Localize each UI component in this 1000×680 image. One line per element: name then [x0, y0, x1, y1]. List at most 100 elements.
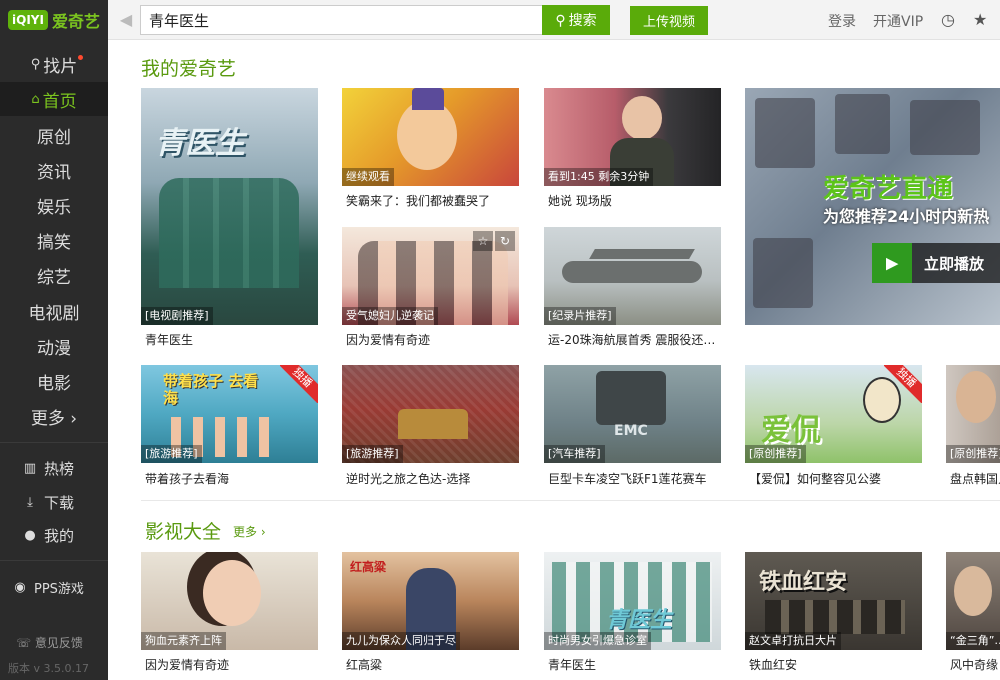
- thumbnail-logo-text: 青医生: [606, 608, 673, 633]
- video-thumbnail[interactable]: [原创推荐]: [946, 365, 1000, 463]
- bar-chart-icon: ▥: [23, 460, 37, 476]
- thumbnail-figures: [159, 178, 299, 288]
- video-thumbnail[interactable]: ☆ ↻ 受气媳妇儿逆袭记: [342, 227, 519, 325]
- play-icon: ▶: [872, 243, 912, 283]
- video-thumbnail[interactable]: 红高粱 九儿为保众人同归于尽: [342, 552, 519, 650]
- video-card[interactable]: 红高粱 九儿为保众人同归于尽 红高粱: [342, 552, 519, 676]
- video-thumbnail[interactable]: “金三角”…: [946, 552, 1000, 650]
- video-thumbnail[interactable]: 铁血红安 赵文卓打抗日大片: [745, 552, 922, 650]
- thumbnail-hat: [412, 88, 444, 110]
- play-now-label: 立即播放: [924, 255, 985, 273]
- video-title: 带着孩子去看海: [145, 472, 230, 486]
- login-link[interactable]: 登录: [828, 11, 856, 31]
- video-card[interactable]: [旅游推荐] 逆时光之旅之色达-选择: [342, 365, 519, 490]
- video-card[interactable]: 青医生 [电视剧推荐] 青年医生: [141, 88, 318, 350]
- sidebar-item-movie[interactable]: 电影: [0, 364, 108, 398]
- video-thumbnail[interactable]: [旅游推荐]: [342, 365, 519, 463]
- thumbnail-logo-text: 红高粱: [350, 560, 387, 574]
- thumbnail-logo-text: 爱侃: [761, 413, 821, 448]
- sidebar-item-games[interactable]: ◉ PPS游戏: [0, 570, 108, 604]
- upload-video-button[interactable]: 上传视频: [630, 6, 708, 35]
- video-thumbnail[interactable]: 继续观看: [342, 88, 519, 186]
- section-divider: [141, 500, 1000, 501]
- logo[interactable]: iQIYI 爱奇艺: [8, 6, 100, 34]
- video-thumbnail[interactable]: [纪录片推荐]: [544, 227, 721, 325]
- video-caption: 九儿为保众人同归于尽: [342, 632, 460, 650]
- play-now-button[interactable]: ▶ 立即播放: [872, 243, 1000, 283]
- video-card[interactable]: 狗血元素齐上阵 因为爱情有奇迹: [141, 552, 318, 676]
- sidebar-item-variety[interactable]: 综艺: [0, 258, 108, 292]
- history-clock-icon[interactable]: ◷: [941, 10, 955, 29]
- video-card[interactable]: [纪录片推荐] 运-20珠海航展首秀 震服役还…: [544, 227, 721, 350]
- video-thumbnail[interactable]: 爱侃 独播 [原创推荐]: [745, 365, 922, 463]
- video-caption: 狗血元素齐上阵: [141, 632, 226, 650]
- sidebar-item-tv[interactable]: 电视剧: [0, 294, 108, 328]
- sidebar-item-home[interactable]: ⌂ 首页: [0, 82, 108, 116]
- refresh-icon[interactable]: ↻: [495, 231, 515, 251]
- sidebar-item-label: 找片: [43, 56, 78, 77]
- favorites-star-icon[interactable]: ★: [973, 10, 987, 29]
- sidebar-item-entertainment[interactable]: 娱乐: [0, 188, 108, 222]
- sidebar-item-label: 热榜: [44, 459, 75, 478]
- video-card[interactable]: 带着孩子 去看海 独播 [旅游推荐] 带着孩子去看海: [141, 365, 318, 490]
- sidebar-item-label: 搞笑: [37, 232, 71, 253]
- search-input[interactable]: [140, 5, 544, 35]
- sidebar-item-news[interactable]: 资讯: [0, 153, 108, 187]
- top-bar: ◀ ⚲ 搜索 上传视频 登录 开通VIP ◷ ★: [108, 0, 1000, 40]
- video-caption: “金三角”…: [946, 632, 1000, 650]
- thumbnail-face: [203, 560, 261, 626]
- video-caption: [原创推荐]: [946, 445, 1000, 463]
- thumbnail-plane: [562, 261, 702, 283]
- video-caption: 受气媳妇儿逆袭记: [342, 307, 438, 325]
- sidebar-item-label: 电影: [37, 373, 71, 394]
- sidebar-item-find[interactable]: ⚲ 找片: [0, 47, 108, 81]
- vip-link[interactable]: 开通VIP: [873, 11, 923, 31]
- video-card[interactable]: 继续观看 笑霸来了：我们都被蠢哭了: [342, 88, 519, 211]
- favorite-star-icon[interactable]: ☆: [473, 231, 493, 251]
- video-card[interactable]: ☆ ↻ 受气媳妇儿逆袭记 因为爱情有奇迹: [342, 227, 519, 350]
- live-banner[interactable]: 爱奇艺直通 为您推荐24小时内新热 ▶ 立即播放: [745, 88, 1000, 325]
- back-arrow-icon[interactable]: ◀: [116, 10, 136, 30]
- search-button[interactable]: ⚲ 搜索: [542, 5, 610, 35]
- sidebar-item-more[interactable]: 更多 ›: [0, 399, 108, 433]
- video-thumbnail[interactable]: EMC [汽车推荐]: [544, 365, 721, 463]
- section-title-mine: 我的爱奇艺: [141, 58, 237, 80]
- video-thumbnail[interactable]: 带着孩子 去看海 独播 [旅游推荐]: [141, 365, 318, 463]
- video-card[interactable]: 青医生 时尚男女引爆急诊室 青年医生: [544, 552, 721, 676]
- sidebar-item-original[interactable]: 原创: [0, 118, 108, 152]
- video-card[interactable]: 爱侃 独播 [原创推荐] 【爱侃】如何整容见公婆: [745, 365, 922, 490]
- video-caption: [旅游推荐]: [141, 445, 202, 463]
- video-thumbnail[interactable]: 狗血元素齐上阵: [141, 552, 318, 650]
- video-card[interactable]: “金三角”… 风中奇缘: [946, 552, 1000, 676]
- thumbnail-face: [397, 100, 457, 170]
- video-card[interactable]: EMC [汽车推荐] 巨型卡车凌空飞跃F1莲花赛车: [544, 365, 721, 490]
- video-card[interactable]: 看到1:45 剩余3分钟 她说 现场版: [544, 88, 721, 211]
- video-caption: 赵文卓打抗日大片: [745, 632, 841, 650]
- sidebar-item-download[interactable]: ⤓ 下载: [0, 485, 108, 519]
- logo-name: 爱奇艺: [51, 12, 100, 31]
- thumbnail-logo-text: EMC: [614, 423, 648, 439]
- sidebar-item-anime[interactable]: 动漫: [0, 329, 108, 363]
- feedback-link[interactable]: ☏ 意见反馈: [16, 634, 83, 651]
- sidebar-item-label: 下载: [44, 493, 75, 512]
- video-card[interactable]: 铁血红安 赵文卓打抗日大片 铁血红安: [745, 552, 922, 676]
- version-label: 版本 v 3.5.0.17: [8, 662, 89, 675]
- notification-dot: [78, 55, 83, 60]
- video-thumbnail[interactable]: 青医生 时尚男女引爆急诊室: [544, 552, 721, 650]
- sidebar-item-mine[interactable]: ● 我的: [0, 518, 108, 552]
- video-card[interactable]: [原创推荐] 盘点韩国人…: [946, 365, 1000, 490]
- video-thumbnail[interactable]: 青医生 [电视剧推荐]: [141, 88, 318, 325]
- banner-photo: [835, 94, 890, 154]
- logo-mark: iQIYI: [8, 10, 48, 30]
- more-link[interactable]: 更多 ›: [233, 523, 266, 540]
- video-caption: [汽车推荐]: [544, 445, 605, 463]
- sidebar-divider: [0, 560, 108, 561]
- game-icon: ◉: [14, 579, 26, 595]
- video-title: 逆时光之旅之色达-选择: [346, 472, 471, 486]
- sidebar-item-label: 原创: [37, 127, 71, 148]
- video-thumbnail[interactable]: 看到1:45 剩余3分钟: [544, 88, 721, 186]
- video-caption: [电视剧推荐]: [141, 307, 213, 325]
- video-title: 笑霸来了：我们都被蠢哭了: [346, 194, 491, 208]
- sidebar-item-hot[interactable]: ▥ 热榜: [0, 451, 108, 485]
- sidebar-item-funny[interactable]: 搞笑: [0, 223, 108, 257]
